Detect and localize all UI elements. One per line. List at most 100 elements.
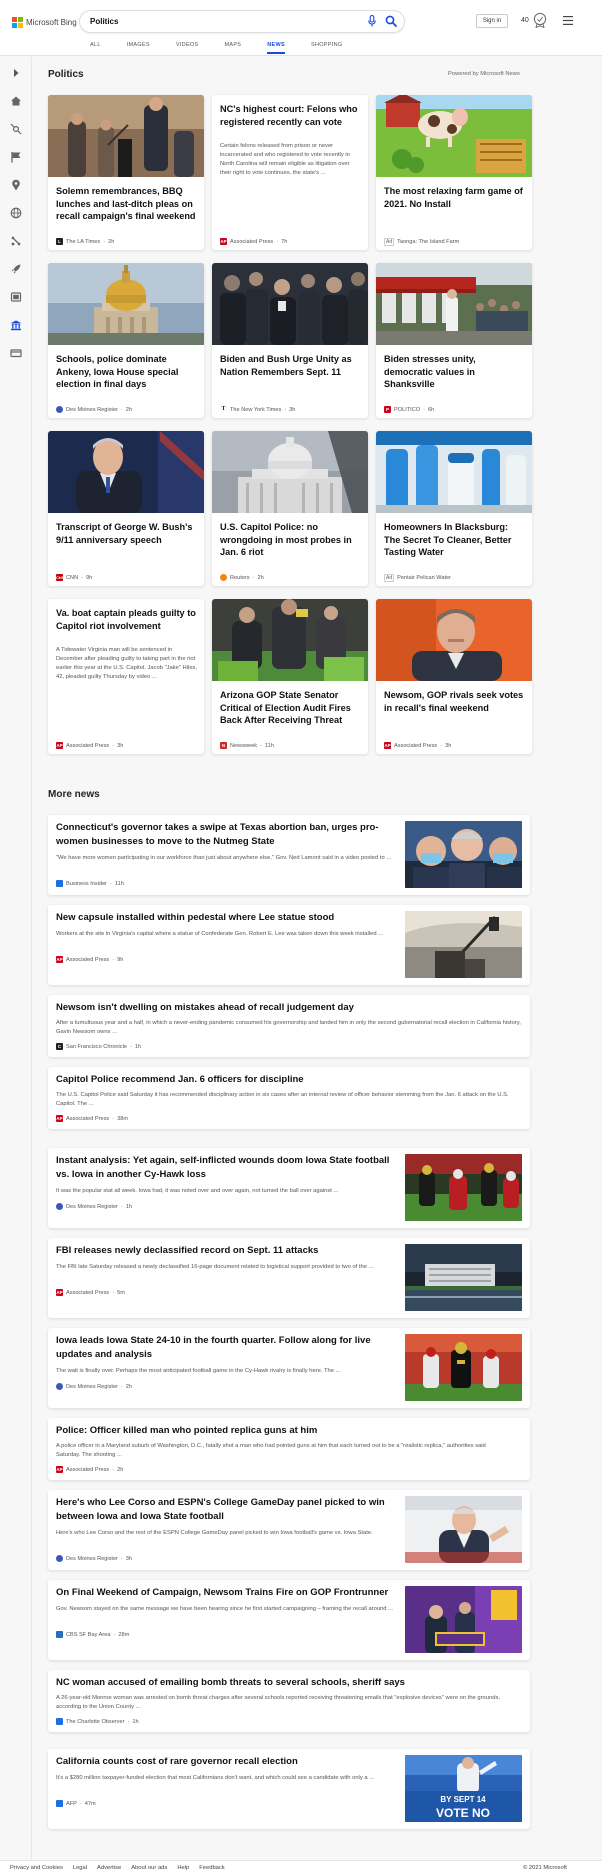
news-card-source[interactable]: Des Moines Register · 2h — [56, 406, 132, 413]
news-item-title[interactable]: Police: Officer killed man who pointed r… — [56, 1424, 516, 1438]
ad-card-title[interactable]: The most relaxing farm game of 2021. No … — [384, 185, 524, 210]
politics-icon[interactable] — [10, 319, 22, 331]
news-card-title[interactable]: Biden stresses unity, democratic values … — [384, 353, 524, 391]
search-icon[interactable] — [385, 15, 397, 27]
tab-videos[interactable]: VIDEOS — [176, 42, 199, 54]
news-item-title[interactable]: Newsom isn't dwelling on mistakes ahead … — [56, 1001, 516, 1015]
news-card-source[interactable]: Reuters · 2h — [220, 574, 264, 581]
entertainment-icon[interactable] — [10, 291, 22, 303]
news-card-source[interactable]: AP Associated Press · 3h — [56, 742, 123, 749]
news-card-source[interactable]: T The New York Times · 3h — [220, 406, 295, 413]
news-card[interactable]: Arizona GOP State Senator Critical of El… — [212, 599, 368, 754]
news-card[interactable]: Newsom, GOP rivals seek votes in recall'… — [376, 599, 532, 754]
news-item-title[interactable]: New capsule installed within pedestal wh… — [56, 911, 396, 925]
news-item-title[interactable]: Here's who Lee Corso and ESPN's College … — [56, 1496, 396, 1523]
news-card[interactable]: NC's highest court: Felons who registere… — [212, 95, 368, 250]
news-card-source[interactable]: AP Associated Press · 7h — [220, 238, 287, 245]
news-list-item[interactable]: New capsule installed within pedestal wh… — [48, 905, 530, 985]
footer-link-feedback[interactable]: Feedback — [199, 1865, 224, 1871]
news-card[interactable]: Solemn remembrances, BBQ lunches and las… — [48, 95, 204, 250]
news-card[interactable]: Biden stresses unity, democratic values … — [376, 263, 532, 418]
hamburger-menu-icon[interactable] — [563, 16, 573, 25]
news-card-source[interactable]: L The LA Times · 2h — [56, 238, 114, 245]
search-box[interactable] — [80, 11, 404, 32]
news-item-source[interactable]: Des Moines Register · 2h — [56, 1383, 132, 1390]
news-item-source[interactable]: Business Insider · 11h — [56, 880, 124, 887]
news-card-source[interactable]: N Newsweek · 11h — [220, 742, 274, 749]
news-item-title[interactable]: Capitol Police recommend Jan. 6 officers… — [56, 1073, 516, 1087]
news-item-source[interactable]: AP Associated Press · 38m — [56, 1115, 128, 1122]
news-item-title[interactable]: California counts cost of rare governor … — [56, 1755, 396, 1769]
rewards-points[interactable]: 40 — [521, 17, 529, 24]
news-card-title[interactable]: Newsom, GOP rivals seek votes in recall'… — [384, 689, 524, 714]
news-item-title[interactable]: Connecticut's governor takes a swipe at … — [56, 821, 396, 848]
news-card[interactable]: U.S. Capitol Police: no wrongdoing in mo… — [212, 431, 368, 586]
news-list-item[interactable]: California counts cost of rare governor … — [48, 1749, 530, 1829]
news-list-item[interactable]: Here's who Lee Corso and ESPN's College … — [48, 1490, 530, 1570]
ad-card-title[interactable]: Homeowners In Blacksburg: The Secret To … — [384, 521, 524, 559]
footer-link-legal[interactable]: Legal — [73, 1865, 87, 1871]
footer-link-help[interactable]: Help — [177, 1865, 189, 1871]
news-item-title[interactable]: Iowa leads Iowa State 24-10 in the fourt… — [56, 1334, 396, 1361]
location-icon[interactable] — [10, 179, 22, 191]
news-list-item[interactable]: Connecticut's governor takes a swipe at … — [48, 815, 530, 895]
search-input[interactable] — [90, 15, 360, 28]
news-item-title[interactable]: NC woman accused of emailing bomb threat… — [56, 1676, 516, 1690]
tab-shopping[interactable]: SHOPPING — [311, 42, 342, 54]
tab-all[interactable]: ALL — [90, 42, 101, 54]
news-card-source[interactable]: AP Associated Press · 3h — [384, 742, 451, 749]
news-card-title[interactable]: Va. boat captain pleads guilty to Capito… — [56, 607, 196, 632]
news-card-title[interactable]: Biden and Bush Urge Unity as Nation Reme… — [220, 353, 360, 378]
news-list-item[interactable]: Capitol Police recommend Jan. 6 officers… — [48, 1067, 530, 1129]
news-list-item[interactable]: Instant analysis: Yet again, self-inflic… — [48, 1148, 530, 1228]
tab-news[interactable]: NEWS — [267, 42, 285, 54]
news-item-source[interactable]: AP Associated Press · 5m — [56, 1289, 125, 1296]
world-icon[interactable] — [10, 207, 22, 219]
news-card-title[interactable]: Schools, police dominate Ankeny, Iowa Ho… — [56, 353, 196, 391]
tab-maps[interactable]: MAPS — [224, 42, 241, 54]
rocket-icon[interactable] — [10, 263, 22, 275]
footer-link-about-ads[interactable]: About our ads — [131, 1865, 167, 1871]
news-list-item[interactable]: Newsom isn't dwelling on mistakes ahead … — [48, 995, 530, 1057]
flag-icon[interactable] — [10, 151, 22, 163]
science-icon[interactable] — [10, 235, 22, 247]
ad-card[interactable]: The most relaxing farm game of 2021. No … — [376, 95, 532, 250]
expand-icon[interactable] — [10, 67, 22, 79]
bing-logo[interactable]: Microsoft Bing — [12, 16, 77, 28]
news-item-source[interactable]: CBS SF Bay Area · 28m — [56, 1631, 129, 1638]
mic-icon[interactable] — [368, 15, 376, 27]
news-list-item[interactable]: Iowa leads Iowa State 24-10 in the fourt… — [48, 1328, 530, 1408]
ad-card-source[interactable]: Ad Taonga: The Island Farm — [384, 238, 459, 246]
news-item-source[interactable]: AFP · 47m — [56, 1800, 96, 1807]
home-icon[interactable] — [10, 95, 22, 107]
news-item-source[interactable]: C San Francisco Chronicle · 1h — [56, 1043, 141, 1050]
news-card-source[interactable]: P POLITICO · 6h — [384, 406, 434, 413]
news-card[interactable]: Transcript of George W. Bush's 9/11 anni… — [48, 431, 204, 586]
news-item-source[interactable]: The Charlotte Observer · 1h — [56, 1718, 139, 1725]
ad-card-source[interactable]: Ad Pentair Pelican Water — [384, 574, 451, 582]
money-icon[interactable] — [10, 347, 22, 359]
news-card[interactable]: Biden and Bush Urge Unity as Nation Reme… — [212, 263, 368, 418]
news-card-title[interactable]: Solemn remembrances, BBQ lunches and las… — [56, 185, 196, 223]
news-item-title[interactable]: On Final Weekend of Campaign, Newsom Tra… — [56, 1586, 396, 1600]
news-card[interactable]: Schools, police dominate Ankeny, Iowa Ho… — [48, 263, 204, 418]
footer-link-advertise[interactable]: Advertise — [97, 1865, 121, 1871]
sports-icon[interactable] — [10, 123, 22, 135]
news-item-source[interactable]: Des Moines Register · 3h — [56, 1555, 132, 1562]
ad-card[interactable]: Homeowners In Blacksburg: The Secret To … — [376, 431, 532, 586]
news-list-item[interactable]: On Final Weekend of Campaign, Newsom Tra… — [48, 1580, 530, 1660]
news-card[interactable]: Va. boat captain pleads guilty to Capito… — [48, 599, 204, 754]
news-card-title[interactable]: Arizona GOP State Senator Critical of El… — [220, 689, 360, 727]
sign-in-button[interactable]: Sign in — [476, 14, 508, 28]
tab-images[interactable]: IMAGES — [127, 42, 150, 54]
news-item-source[interactable]: Des Moines Register · 1h — [56, 1203, 132, 1210]
rewards-icon[interactable] — [533, 12, 547, 28]
news-card-source[interactable]: CNN CNN · 9h — [56, 574, 92, 581]
footer-link-privacy[interactable]: Privacy and Cookies — [10, 1865, 63, 1871]
news-item-title[interactable]: FBI releases newly declassified record o… — [56, 1244, 396, 1258]
news-item-source[interactable]: AP Associated Press · 9h — [56, 956, 123, 963]
news-card-title[interactable]: NC's highest court: Felons who registere… — [220, 103, 360, 128]
news-list-item[interactable]: NC woman accused of emailing bomb threat… — [48, 1670, 530, 1732]
news-card-title[interactable]: Transcript of George W. Bush's 9/11 anni… — [56, 521, 196, 546]
news-list-item[interactable]: Police: Officer killed man who pointed r… — [48, 1418, 530, 1480]
